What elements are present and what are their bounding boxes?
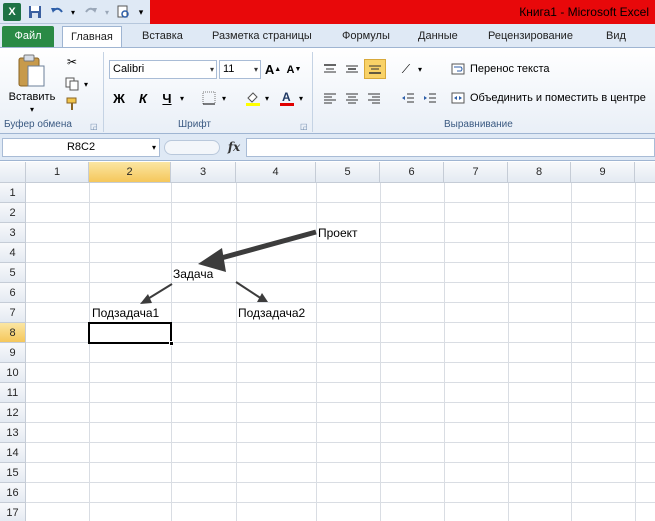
align-right-icon[interactable] (364, 89, 384, 107)
arrow-task-to-subtask1-head (140, 294, 152, 304)
save-icon[interactable] (26, 3, 44, 21)
merge-center-button[interactable]: Объединить и поместить в центре (470, 89, 646, 107)
borders-icon[interactable] (200, 89, 218, 107)
fill-handle[interactable] (169, 341, 174, 346)
decrease-indent-icon[interactable] (398, 89, 418, 107)
fill-color-icon[interactable] (244, 89, 262, 107)
paste-dropdown-icon[interactable]: ▾ (26, 104, 38, 114)
bold-button[interactable]: Ж (110, 89, 128, 107)
tab-view[interactable]: Вид (598, 26, 634, 47)
font-size-combo[interactable]: 11 ▾ (219, 60, 261, 79)
cell-subtask2[interactable]: Подзадача2 (238, 306, 305, 320)
align-top-icon[interactable] (320, 60, 340, 78)
cell-task[interactable]: Задача (173, 267, 213, 281)
customize-qat-icon[interactable]: ▾ (132, 3, 150, 21)
align-left-icon[interactable] (320, 89, 340, 107)
name-box-value: R8C2 (66, 141, 96, 153)
tab-file[interactable]: Файл (2, 26, 54, 47)
cut-icon[interactable]: ✂ (64, 54, 80, 70)
wrap-text-icon[interactable] (450, 60, 466, 78)
clipboard-launcher-icon[interactable]: ◲ (90, 122, 98, 131)
ribbon-tabs: Файл Главная Вставка Разметка страницы Ф… (0, 24, 655, 47)
ribbon: Вставить ▾ ✂ ▾ Буфер обмена ◲ Calibri ▾ 1… (0, 47, 655, 134)
arrow-project-to-task[interactable] (213, 229, 317, 263)
tab-home[interactable]: Главная (62, 26, 122, 47)
formula-bar-handle[interactable] (164, 140, 220, 155)
paste-button[interactable]: Вставить (6, 90, 58, 104)
shrink-font-icon[interactable]: A ▼ (286, 60, 302, 79)
orientation-icon[interactable]: ⟋ (396, 59, 416, 79)
grow-font-icon[interactable]: A ▲ (265, 60, 281, 79)
font-name-combo[interactable]: Calibri ▾ (109, 60, 217, 79)
excel-logo-icon[interactable]: X (3, 3, 21, 21)
font-color-icon[interactable]: A (278, 89, 296, 107)
fill-color-dropdown-icon[interactable]: ▾ (263, 89, 271, 107)
alignment-group-label: Выравнивание (444, 119, 513, 130)
title-bar: X ▾ ▾ ▾ Книга1 - Microsoft Excel (0, 0, 655, 24)
font-group-label: Шрифт (178, 119, 211, 130)
font-size-value: 11 (223, 63, 235, 75)
print-preview-icon[interactable] (114, 3, 132, 21)
group-separator (312, 52, 313, 132)
tab-insert[interactable]: Вставка (134, 26, 191, 47)
align-bottom-icon[interactable] (364, 59, 386, 79)
align-center-icon[interactable] (342, 89, 362, 107)
cell-subtask1[interactable]: Подзадача1 (92, 306, 159, 320)
undo-dropdown-icon[interactable]: ▾ (64, 3, 82, 21)
italic-button[interactable]: К (134, 89, 152, 107)
borders-dropdown-icon[interactable]: ▾ (220, 89, 228, 107)
copy-dropdown-icon[interactable]: ▾ (82, 76, 90, 92)
paste-icon[interactable] (12, 52, 52, 92)
group-separator (103, 52, 104, 132)
clipboard-group-label: Буфер обмена (4, 119, 72, 130)
name-box-dropdown-icon[interactable]: ▾ (152, 139, 156, 156)
selected-cell[interactable] (88, 322, 174, 346)
arrow-task-to-subtask2[interactable] (235, 281, 263, 300)
svg-text:A: A (282, 90, 291, 104)
font-name-dropdown-icon[interactable]: ▾ (210, 61, 214, 78)
orientation-dropdown-icon[interactable]: ▾ (416, 59, 424, 79)
worksheet-grid: 1 2 3 4 5 6 7 8 9 1 2 3 4 5 6 7 8 9 10 1… (0, 162, 655, 521)
wrap-text-button[interactable]: Перенос текста (470, 60, 550, 78)
font-color-dropdown-icon[interactable]: ▾ (297, 89, 305, 107)
format-painter-icon[interactable] (64, 96, 80, 112)
underline-dropdown-icon[interactable]: ▾ (178, 89, 186, 107)
name-box[interactable]: R8C2 ▾ (2, 138, 160, 157)
font-size-dropdown-icon[interactable]: ▾ (254, 61, 258, 78)
formula-input[interactable] (246, 138, 655, 157)
underline-button[interactable]: Ч (158, 89, 176, 107)
font-name-value: Calibri (113, 63, 145, 75)
font-launcher-icon[interactable]: ◲ (300, 122, 308, 131)
copy-icon[interactable] (64, 76, 80, 92)
tab-review[interactable]: Рецензирование (480, 26, 581, 47)
tab-data[interactable]: Данные (410, 26, 466, 47)
increase-indent-icon[interactable] (420, 89, 440, 107)
formula-bar: R8C2 ▾ fx (0, 134, 655, 161)
tab-page-layout[interactable]: Разметка страницы (204, 26, 320, 47)
insert-function-button[interactable]: fx (224, 138, 244, 157)
align-middle-icon[interactable] (342, 60, 362, 78)
cell-project[interactable]: Проект (318, 226, 358, 240)
window-title: Книга1 - Microsoft Excel (519, 5, 649, 19)
arrow-task-to-subtask1[interactable] (145, 283, 173, 301)
merge-center-icon[interactable] (450, 89, 466, 107)
tab-formulas[interactable]: Формулы (334, 26, 398, 47)
